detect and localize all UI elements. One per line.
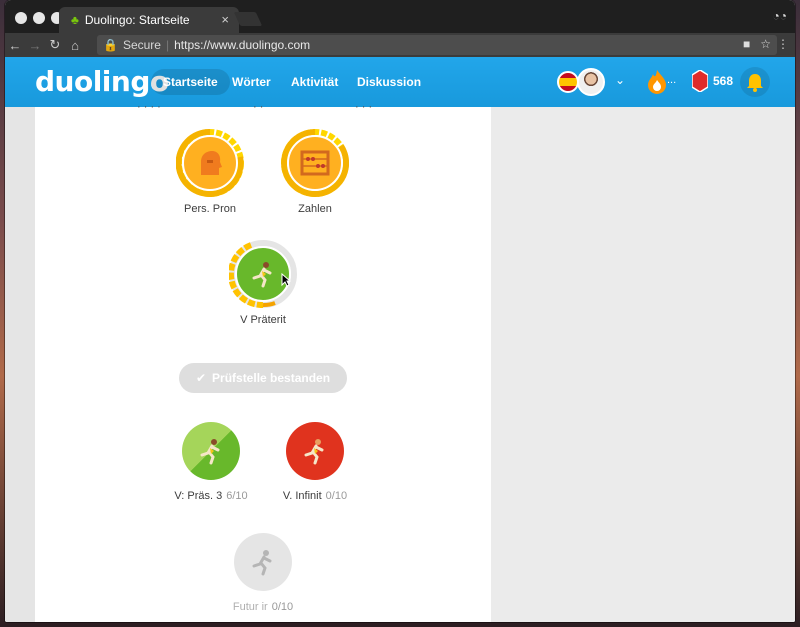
streak-flame-icon[interactable] <box>645 69 669 95</box>
right-sidebar <box>491 107 795 622</box>
address-separator: | <box>165 38 170 52</box>
address-bar[interactable]: 🔒 Secure | https://www.duolingo.com ■ ☆ <box>97 35 777 55</box>
skill-progress-ring <box>177 416 245 484</box>
menu-icon[interactable]: ⋮ <box>777 37 789 51</box>
url-text: https://www.duolingo.com <box>174 38 311 52</box>
skill-futur-ir[interactable]: Futur ir 0/10 <box>218 527 308 613</box>
skill-circle <box>182 135 238 191</box>
skill-name: Futur ir <box>232 601 268 613</box>
browser-toolbar: ← → ↻ ⌂ 🔒 Secure | https://www.duolingo.… <box>5 33 795 57</box>
secure-label: Secure <box>122 38 161 52</box>
skill-progress-ring <box>176 129 244 197</box>
runner-icon <box>252 262 272 288</box>
skill-circle <box>234 533 292 591</box>
spanish-flag-icon[interactable] <box>557 71 579 93</box>
checkpoint-passed-button[interactable]: ✔ Prüfstelle bestanden <box>179 363 347 393</box>
skill-v-infinit[interactable]: V. Infinit 0/10 <box>270 416 360 502</box>
minimize-window-button[interactable] <box>33 12 45 24</box>
skill-progress: 6/10 <box>226 490 248 502</box>
notification-bell-icon[interactable] <box>740 67 770 97</box>
main-area: · · · · · · · · · Pers. Pron Zahlen V Pr… <box>5 101 795 622</box>
browser-window: ♣ Duolingo: Startseite × ◔◔ ← → ↻ ⌂ 🔒 Se… <box>5 0 795 622</box>
skill-name-row: V: Präs. 3 6/10 <box>166 490 256 502</box>
tab-bar: ♣ Duolingo: Startseite × ◔◔ <box>5 0 795 33</box>
skill-name: V Präterit <box>240 314 286 326</box>
duolingo-favicon-icon: ♣ <box>71 13 79 27</box>
cut-off-label-middle: · · <box>253 101 264 113</box>
skill-progress: 0/10 <box>325 490 348 502</box>
skill-v-praes-3[interactable]: V: Präs. 3 6/10 <box>166 416 256 502</box>
gem-count: 568 <box>713 74 734 88</box>
runner-icon <box>252 550 272 576</box>
checkpoint-label: Prüfstelle bestanden <box>212 371 331 385</box>
avatar[interactable] <box>577 68 605 96</box>
bust-icon <box>201 151 222 175</box>
skill-circle <box>286 422 344 480</box>
skill-progress: 0/10 <box>271 601 294 613</box>
skill-progress-ring <box>281 129 349 197</box>
duolingo-logo[interactable]: duolingo <box>35 65 169 98</box>
skill-name: Pers. Pron <box>184 203 236 215</box>
skill-circle <box>182 422 240 480</box>
home-icon[interactable]: ⌂ <box>65 38 85 53</box>
bookmark-star-icon[interactable]: ☆ <box>760 37 771 51</box>
skill-name: Zahlen <box>298 203 332 215</box>
site-header: duolingo Startseite Wörter Aktivität Dis… <box>5 57 795 107</box>
runner-icon <box>304 439 324 465</box>
forward-icon[interactable]: → <box>25 38 45 53</box>
cut-off-label-right: · · · <box>355 101 373 113</box>
incognito-icon: ◔◔ <box>772 9 788 23</box>
skill-zahlen[interactable]: Zahlen <box>270 129 360 215</box>
skill-circle <box>287 135 343 191</box>
skill-pers-pron[interactable]: Pers. Pron <box>165 129 255 215</box>
runner-icon <box>200 439 220 465</box>
nav-diskussion[interactable]: Diskussion <box>345 69 433 95</box>
close-window-button[interactable] <box>15 12 27 24</box>
skill-name: V: Präs. 3 <box>174 490 223 502</box>
skill-progress-ring <box>281 416 349 484</box>
lock-icon: 🔒 <box>103 38 118 52</box>
skill-name-row: Futur ir 0/10 <box>218 601 308 613</box>
skill-v-praeterit[interactable]: V Präterit <box>218 240 308 326</box>
close-tab-icon[interactable]: × <box>221 12 229 27</box>
skill-progress-ring <box>229 527 297 595</box>
tab-title: Duolingo: Startseite <box>84 13 190 27</box>
skill-name: V. Infinit <box>282 490 322 502</box>
nav-aktivitaet[interactable]: Aktivität <box>279 69 350 95</box>
streak-count: ... <box>667 74 677 86</box>
cut-off-label-left: · · · · <box>137 101 161 113</box>
browser-tab[interactable]: ♣ Duolingo: Startseite × <box>59 7 239 33</box>
chevron-down-icon[interactable]: ⌄ <box>615 73 625 87</box>
bell-icon <box>747 74 763 92</box>
abacus-icon <box>300 150 330 176</box>
camera-icon[interactable]: ■ <box>743 37 750 51</box>
lingot-gem-icon[interactable] <box>692 70 708 92</box>
skill-tree-panel: · · · · · · · · · Pers. Pron Zahlen V Pr… <box>35 101 491 622</box>
skill-name-row: V. Infinit 0/10 <box>270 490 360 502</box>
checkmark-icon: ✔ <box>195 371 207 385</box>
mouse-cursor-icon <box>281 273 291 287</box>
nav-woerter[interactable]: Wörter <box>220 69 283 95</box>
reload-icon[interactable]: ↻ <box>45 37 65 53</box>
back-icon[interactable]: ← <box>5 38 25 53</box>
nav-startseite[interactable]: Startseite <box>151 69 230 95</box>
